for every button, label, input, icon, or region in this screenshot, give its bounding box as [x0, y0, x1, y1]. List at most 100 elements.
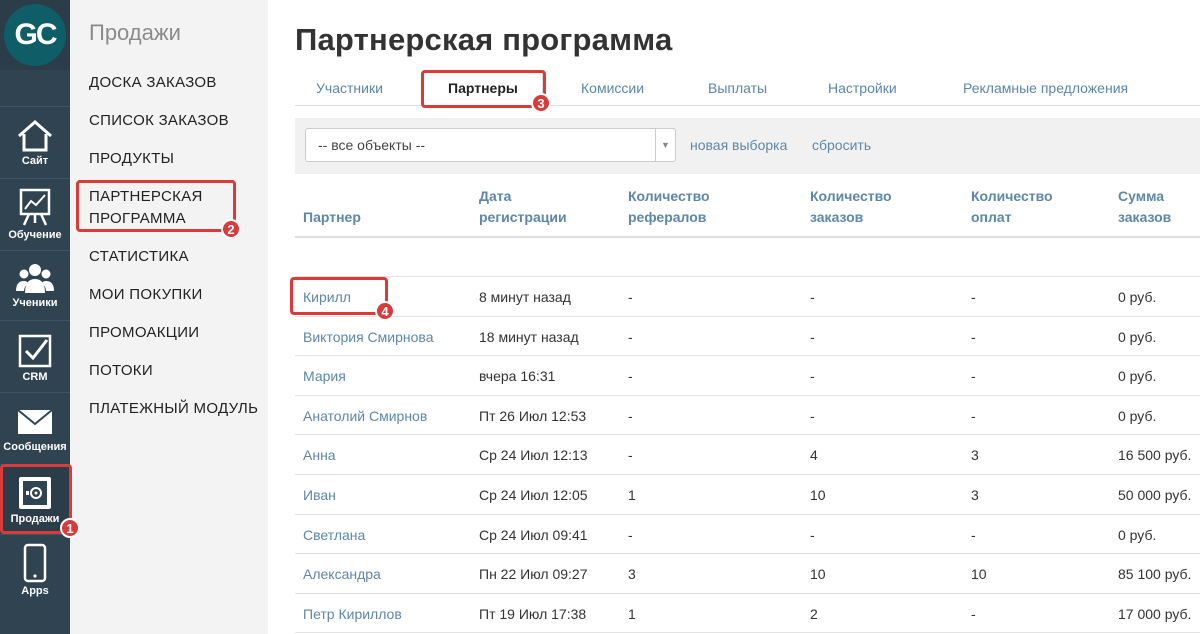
cell-registration-date: Пт 19 Июл 17:38: [479, 606, 587, 622]
cell-partner-name[interactable]: Мария: [303, 368, 346, 384]
rail-item-apps[interactable]: Apps: [0, 534, 70, 606]
menu-item-promotions[interactable]: ПРОМОАКЦИИ: [89, 322, 199, 344]
objects-select[interactable]: -- все объекты -- ▼: [305, 128, 676, 162]
row-divider: [295, 514, 1200, 515]
cell-partner-name[interactable]: Петр Кириллов: [303, 606, 402, 622]
cell-registration-date: вчера 16:31: [479, 368, 556, 384]
tab-settings[interactable]: Настройки: [828, 80, 897, 96]
rail-label: CRM: [22, 371, 48, 383]
cell-order-sum: 50 000 руб.: [1118, 487, 1192, 503]
cell-referrals-count: -: [628, 447, 633, 463]
col-header-line: Количество: [628, 188, 710, 204]
row-divider: [295, 593, 1200, 594]
row-divider: [295, 276, 1200, 277]
select-value: -- все объекты --: [318, 137, 426, 153]
house-icon: [18, 120, 52, 152]
menu-item-statistics[interactable]: СТАТИСТИКА: [89, 246, 189, 268]
cell-payments-count: 10: [971, 566, 987, 582]
step-badge: 3: [531, 93, 551, 113]
col-header-line: заказов: [1118, 209, 1172, 225]
cell-registration-date: Ср 24 Июл 12:05: [479, 487, 588, 503]
cell-orders-count: -: [810, 527, 815, 543]
col-header-referrals[interactable]: Количество рефералов: [628, 186, 710, 228]
app-rail: GC Сайт Обучение Ученики CRM Сообщения П…: [0, 0, 70, 634]
cell-order-sum: 0 руб.: [1118, 289, 1157, 305]
cell-orders-count: 10: [810, 487, 826, 503]
cell-order-sum: 0 руб.: [1118, 527, 1157, 543]
col-header-line: Количество: [810, 188, 892, 204]
row-divider: [295, 355, 1200, 356]
tab-participants[interactable]: Участники: [316, 80, 383, 96]
cell-partner-name[interactable]: Анатолий Смирнов: [303, 408, 427, 424]
rail-item-crm[interactable]: CRM: [0, 320, 70, 392]
rail-item-site[interactable]: Сайт: [0, 106, 70, 178]
cell-registration-date: Пт 26 Июл 12:53: [479, 408, 587, 424]
smartphone-icon: [23, 543, 47, 583]
col-header-orders[interactable]: Количество заказов: [810, 186, 892, 228]
rail-item-messages[interactable]: Сообщения: [0, 392, 70, 464]
users-icon: [16, 264, 54, 293]
rail-label: Обучение: [8, 229, 62, 241]
cell-partner-name[interactable]: Иван: [303, 487, 336, 503]
cell-payments-count: 3: [971, 447, 979, 463]
new-selection-link[interactable]: новая выборка: [690, 137, 787, 153]
col-header-partner[interactable]: Партнер: [303, 207, 361, 228]
cell-orders-count: -: [810, 368, 815, 384]
reset-link[interactable]: сбросить: [812, 137, 871, 153]
row-divider: [295, 395, 1200, 396]
chevron-down-icon[interactable]: ▼: [655, 129, 675, 161]
cell-registration-date: Ср 24 Июл 12:13: [479, 447, 588, 463]
rail-item-learning[interactable]: Обучение: [0, 178, 70, 250]
rail-item-students[interactable]: Ученики: [0, 250, 70, 320]
menu-item-products[interactable]: ПРОДУКТЫ: [89, 148, 174, 170]
col-header-line: Количество: [971, 188, 1053, 204]
cell-orders-count: 2: [810, 606, 818, 622]
cell-partner-name[interactable]: Виктория Смирнова: [303, 329, 433, 345]
menu-item-payment-module[interactable]: ПЛАТЕЖНЫЙ МОДУЛЬ: [89, 398, 258, 420]
cell-orders-count: -: [810, 408, 815, 424]
logo[interactable]: GC: [0, 0, 70, 70]
logo-mark: GC: [4, 4, 66, 66]
col-header-line: Партнер: [303, 209, 361, 225]
cell-orders-count: 10: [810, 566, 826, 582]
tab-payouts[interactable]: Выплаты: [708, 80, 767, 96]
menu-item-my-purchases[interactable]: МОИ ПОКУПКИ: [89, 284, 203, 306]
col-header-payments[interactable]: Количество оплат: [971, 186, 1053, 228]
cell-order-sum: 0 руб.: [1118, 408, 1157, 424]
row-divider: [295, 553, 1200, 554]
cell-orders-count: -: [810, 289, 815, 305]
cell-referrals-count: 1: [628, 487, 636, 503]
row-divider: [295, 474, 1200, 475]
rail-label: Сайт: [21, 155, 49, 167]
envelope-icon: [17, 409, 53, 434]
cell-payments-count: -: [971, 408, 976, 424]
rail-label: Ученики: [12, 297, 58, 309]
menu-item-streams[interactable]: ПОТОКИ: [89, 360, 153, 382]
cell-order-sum: 0 руб.: [1118, 329, 1157, 345]
page-title: Партнерская программа: [295, 22, 673, 57]
row-divider: [295, 632, 1200, 633]
cell-referrals-count: 1: [628, 606, 636, 622]
step-badge: 2: [221, 219, 241, 239]
cell-referrals-count: -: [628, 289, 633, 305]
checkbox-icon: [18, 334, 52, 368]
cell-payments-count: 3: [971, 487, 979, 503]
cell-order-sum: 17 000 руб.: [1118, 606, 1192, 622]
col-header-line: оплат: [971, 209, 1012, 225]
cell-partner-name[interactable]: Александра: [303, 566, 381, 582]
cell-partner-name[interactable]: Светлана: [303, 527, 365, 543]
rail-label: Сообщения: [3, 441, 67, 453]
menu-item-orders-list[interactable]: СПИСОК ЗАКАЗОВ: [89, 110, 229, 132]
col-header-order-sum[interactable]: Сумма заказов: [1118, 186, 1171, 228]
cell-partner-name[interactable]: Анна: [303, 447, 336, 463]
highlight-partner-program: [76, 180, 236, 232]
cell-referrals-count: -: [628, 408, 633, 424]
tab-commissions[interactable]: Комиссии: [581, 80, 644, 96]
col-header-registration-date[interactable]: Дата регистрации: [479, 186, 567, 228]
cell-payments-count: -: [971, 527, 976, 543]
cell-order-sum: 16 500 руб.: [1118, 447, 1192, 463]
menu-item-orders-board[interactable]: ДОСКА ЗАКАЗОВ: [89, 72, 217, 94]
tab-ad-offers[interactable]: Рекламные предложения: [963, 80, 1128, 96]
cell-registration-date: Ср 24 Июл 09:41: [479, 527, 588, 543]
col-header-line: регистрации: [479, 209, 567, 225]
